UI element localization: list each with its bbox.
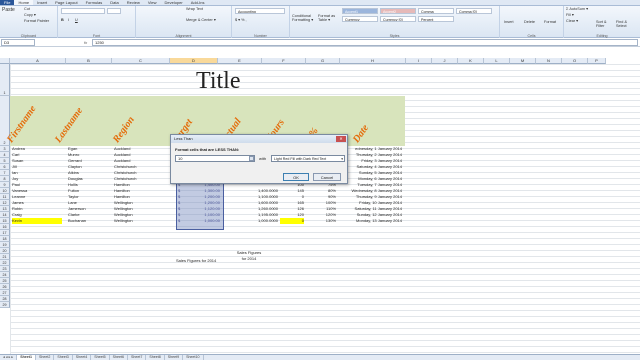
clear-button[interactable]: Clear ▾: [566, 19, 578, 24]
tab-page-layout[interactable]: Page Layout: [51, 0, 81, 5]
cell-actual[interactable]: 1,000.0000: [238, 218, 278, 224]
sheet-tab[interactable]: Sheet10: [183, 355, 204, 360]
with-label: with: [259, 156, 267, 161]
ribbon: Paste Cut Copy ▾ Format Painter Clipboar…: [0, 6, 640, 38]
editing-group: Σ AutoSum ▾ Fill ▾ Clear ▾ Sort & Filter…: [564, 6, 640, 38]
sales-note-e[interactable]: Sales Figures for 2014: [234, 250, 264, 262]
number-format-dropdown[interactable]: Accounting: [235, 8, 285, 14]
cancel-button[interactable]: Cancel: [313, 173, 341, 181]
format-as-table-button[interactable]: Format as Table ▾: [318, 14, 338, 22]
name-box[interactable]: D3: [1, 39, 35, 46]
number-group: Accounting $ ▾ % , Number: [232, 6, 290, 38]
format-dropdown[interactable]: Light Red Fill with Dark Red Text ▾: [271, 155, 345, 162]
sheet-tab[interactable]: Sheet7: [128, 355, 147, 360]
dialog-title: Less Than: [174, 136, 193, 141]
cut-button[interactable]: Cut: [24, 7, 30, 12]
tab-home[interactable]: Home: [14, 0, 34, 5]
currency-format-button[interactable]: $ ▾ % ,: [235, 18, 247, 23]
format-painter-button[interactable]: Format Painter: [24, 19, 49, 24]
sheet-tab[interactable]: Sheet6: [110, 355, 128, 360]
format-dropdown-value: Light Red Fill with Dark Red Text: [274, 157, 327, 161]
tab-add-ins[interactable]: Add-Ins: [187, 0, 209, 5]
sheet-tab[interactable]: Sheet4: [73, 355, 92, 360]
merge-center-button[interactable]: Merge & Center ▾: [186, 18, 216, 23]
clipboard-group: Paste Cut Copy ▾ Format Painter Clipboar…: [0, 6, 58, 38]
fx-icon[interactable]: fx: [84, 39, 87, 46]
tab-insert[interactable]: Insert: [33, 0, 51, 5]
sheet-tab[interactable]: Sheet3: [54, 355, 73, 360]
cell-date[interactable]: Monday, 13 January 2014: [336, 218, 402, 224]
tab-file[interactable]: File: [0, 0, 15, 5]
style-accent2[interactable]: Accent2: [380, 8, 416, 14]
cell-percent[interactable]: 130%: [318, 218, 336, 224]
range-picker-icon[interactable]: [249, 156, 254, 161]
cell-lastname[interactable]: Buchanan: [68, 218, 112, 224]
delete-cells-button[interactable]: Delete: [524, 20, 535, 25]
find-select-button[interactable]: Find & Select: [616, 20, 636, 28]
autosum-button[interactable]: Σ AutoSum ▾: [566, 7, 588, 12]
insert-cells-button[interactable]: Insert: [504, 20, 514, 25]
sheet-nav-arrows[interactable]: ◂ ◂ ▸ ▸: [0, 355, 18, 360]
font-group: B I U Font: [58, 6, 136, 38]
wrap-text-button[interactable]: Wrap Text: [186, 7, 203, 12]
sheet-tab[interactable]: Sheet1: [17, 355, 37, 360]
sheet-tab[interactable]: Sheet8: [146, 355, 165, 360]
style-currency[interactable]: Currency: [342, 16, 378, 22]
font-size-box[interactable]: [107, 8, 121, 14]
fill-button[interactable]: Fill ▾: [566, 13, 574, 18]
cell-firstname[interactable]: Kevin: [12, 218, 62, 224]
font-name-box[interactable]: [61, 8, 105, 14]
style-accent1[interactable]: Accent1: [342, 8, 378, 14]
copy-button[interactable]: Copy ▾: [24, 13, 36, 18]
underline-button[interactable]: U: [75, 18, 78, 23]
sheet-tab[interactable]: Sheet9: [165, 355, 184, 360]
threshold-input[interactable]: 10: [175, 155, 255, 162]
sheet-tab-bar: ◂ ◂ ▸ ▸ Sheet1 Sheet2 Sheet3 Sheet4 Sheet5 She…: [0, 354, 640, 360]
formula-bar: D3 fx 1250: [0, 38, 640, 47]
formula-input[interactable]: 1250: [92, 39, 638, 46]
styles-group: Conditional Formatting ▾ Format as Table…: [290, 6, 500, 38]
conditional-formatting-button[interactable]: Conditional Formatting ▾: [292, 14, 316, 22]
tab-formulas[interactable]: Formulas: [82, 0, 107, 5]
sort-filter-button[interactable]: Sort & Filter: [596, 20, 614, 28]
dialog-prompt: Format cells that are LESS THAN:: [175, 147, 240, 152]
format-cells-button[interactable]: Format: [544, 20, 556, 25]
tab-data[interactable]: Data: [106, 0, 122, 5]
cells-group: Insert Delete Format Cells: [500, 6, 564, 38]
style-percent[interactable]: Percent: [418, 16, 454, 22]
sheet-tab[interactable]: Sheet2: [36, 355, 55, 360]
sheet-title[interactable]: Title: [196, 66, 240, 96]
close-icon[interactable]: ✕: [336, 136, 346, 142]
style-comma-0[interactable]: Comma [0]: [456, 8, 492, 14]
cell-region[interactable]: Wellington: [114, 218, 170, 224]
ok-button[interactable]: OK: [283, 173, 309, 181]
dialog-title-bar: Less Than ✕: [171, 135, 347, 143]
tab-view[interactable]: View: [144, 0, 161, 5]
row-header-1[interactable]: 1: [0, 64, 10, 96]
row-header-29[interactable]: 29: [0, 302, 10, 308]
style-comma[interactable]: Comma: [418, 8, 454, 14]
alignment-group: Wrap Text Merge & Center ▾ Alignment: [136, 6, 232, 38]
tab-developer[interactable]: Developer: [160, 0, 186, 5]
chevron-down-icon: ▾: [341, 157, 343, 161]
tab-review[interactable]: Review: [123, 0, 144, 5]
style-currency-0[interactable]: Currency [0]: [380, 16, 416, 22]
paste-button[interactable]: Paste: [2, 8, 15, 13]
bold-button[interactable]: B: [61, 18, 64, 23]
less-than-dialog: Less Than ✕ Format cells that are LESS T…: [170, 134, 348, 184]
italic-button[interactable]: I: [68, 18, 69, 23]
cell-hours[interactable]: 0: [280, 218, 304, 224]
sheet-tab[interactable]: Sheet5: [91, 355, 110, 360]
sales-note-d[interactable]: Sales Figures for 2014: [176, 258, 222, 264]
